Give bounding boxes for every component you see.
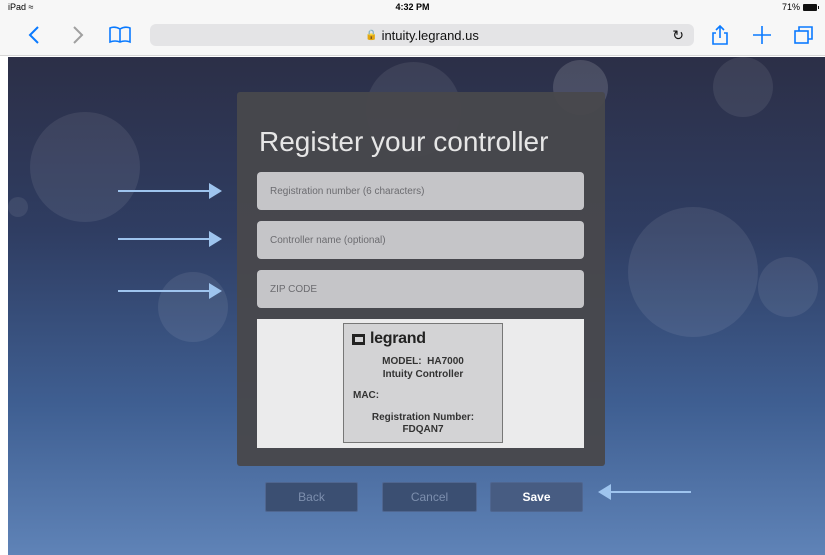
share-button[interactable]: [708, 20, 732, 50]
controller-name-input[interactable]: [257, 221, 584, 259]
chevron-right-icon: [73, 26, 84, 44]
cancel-button[interactable]: Cancel: [382, 482, 477, 512]
lock-icon: 🔒: [365, 29, 378, 41]
arrow-right-icon: [118, 281, 223, 301]
page-title: Register your controller: [259, 126, 549, 157]
address-bar[interactable]: 🔒 intuity.legrand.us ↻: [150, 24, 694, 46]
bookmarks-button[interactable]: [106, 20, 134, 50]
mac-label: MAC:: [353, 390, 380, 401]
new-tab-button[interactable]: [750, 20, 774, 50]
registration-code: FDQAN7: [402, 424, 444, 435]
battery-status: 71%: [782, 2, 819, 12]
legrand-mark-icon: [352, 333, 365, 345]
book-icon: [109, 26, 131, 44]
reload-icon[interactable]: ↻: [672, 27, 684, 44]
back-nav-button[interactable]: Back: [265, 482, 358, 512]
product-name: Intuity Controller: [382, 369, 464, 380]
url-text: intuity.legrand.us: [381, 27, 479, 43]
save-button[interactable]: Save: [490, 482, 583, 512]
registration-number-input[interactable]: [257, 172, 584, 210]
chevron-left-icon: [28, 26, 39, 44]
device-label-image: legrand MODEL: HA7000 Intuity Controller…: [257, 319, 584, 448]
bokeh-decoration: [30, 112, 140, 222]
arrow-left-icon: [598, 482, 691, 502]
tabs-icon: [794, 26, 813, 44]
zip-code-input[interactable]: [257, 270, 584, 308]
bokeh-decoration: [8, 197, 28, 217]
plus-icon: [753, 26, 771, 44]
bokeh-decoration: [713, 57, 773, 117]
device-sticker: legrand MODEL: HA7000 Intuity Controller…: [343, 323, 503, 443]
status-bar: iPad ≈ 4:32 PM 71%: [0, 0, 825, 14]
share-icon: [712, 24, 728, 45]
arrow-right-icon: [118, 181, 223, 201]
registration-card: Register your controller legrand MODEL: …: [237, 92, 605, 466]
back-button[interactable]: [22, 20, 46, 50]
tabs-button[interactable]: [790, 20, 818, 50]
page-background: Register your controller legrand MODEL: …: [8, 57, 825, 555]
browser-toolbar: 🔒 intuity.legrand.us ↻: [0, 14, 825, 56]
bokeh-decoration: [628, 207, 758, 337]
model-line: MODEL: HA7000: [382, 356, 464, 367]
arrow-right-icon: [118, 229, 223, 249]
legrand-logo: legrand: [352, 330, 426, 348]
bokeh-decoration: [758, 257, 818, 317]
registration-label: Registration Number:: [371, 412, 475, 423]
clock: 4:32 PM: [395, 2, 430, 12]
forward-button[interactable]: [66, 20, 90, 50]
battery-icon: [803, 3, 819, 11]
